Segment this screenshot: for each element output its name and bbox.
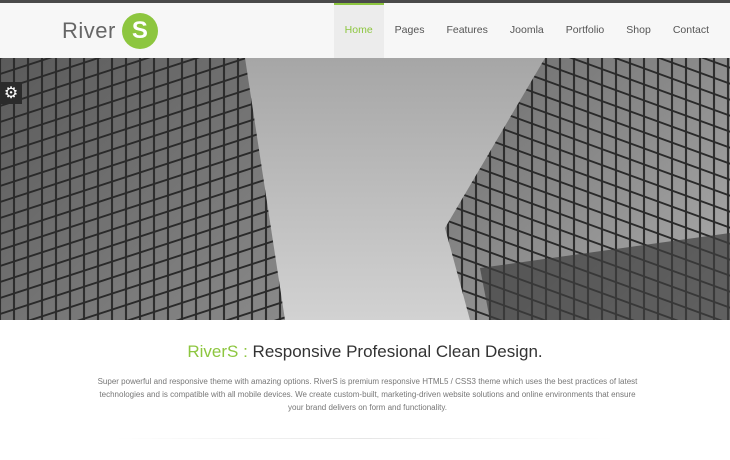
gear-icon[interactable]: ⚙	[0, 82, 22, 104]
intro-headline: RiverS : Responsive Profesional Clean De…	[0, 342, 730, 362]
main-nav: Home Pages Features Joomla Portfolio Sho…	[333, 3, 720, 58]
site-logo[interactable]: River S	[62, 12, 158, 50]
nav-item-portfolio[interactable]: Portfolio	[555, 3, 616, 58]
headline-text: Responsive Profesional Clean Design.	[247, 342, 543, 361]
brand-name: RiverS :	[187, 342, 248, 361]
intro-description: Super powerful and responsive theme with…	[97, 377, 638, 412]
nav-item-features[interactable]: Features	[435, 3, 498, 58]
nav-item-home[interactable]: Home	[333, 3, 384, 58]
nav-item-joomla[interactable]: Joomla	[499, 3, 555, 58]
logo-text: River	[62, 18, 116, 43]
hero-image	[0, 58, 730, 320]
nav-item-pages[interactable]: Pages	[384, 3, 436, 58]
nav-item-contact[interactable]: Contact	[662, 3, 720, 58]
hero-slider	[0, 58, 730, 320]
section-divider	[115, 438, 615, 439]
logo-badge: S	[121, 13, 158, 49]
site-header: River S Home Pages Features Joomla Portf…	[0, 3, 730, 59]
nav-item-shop[interactable]: Shop	[615, 3, 662, 58]
intro-section: RiverS : Responsive Profesional Clean De…	[0, 320, 730, 460]
